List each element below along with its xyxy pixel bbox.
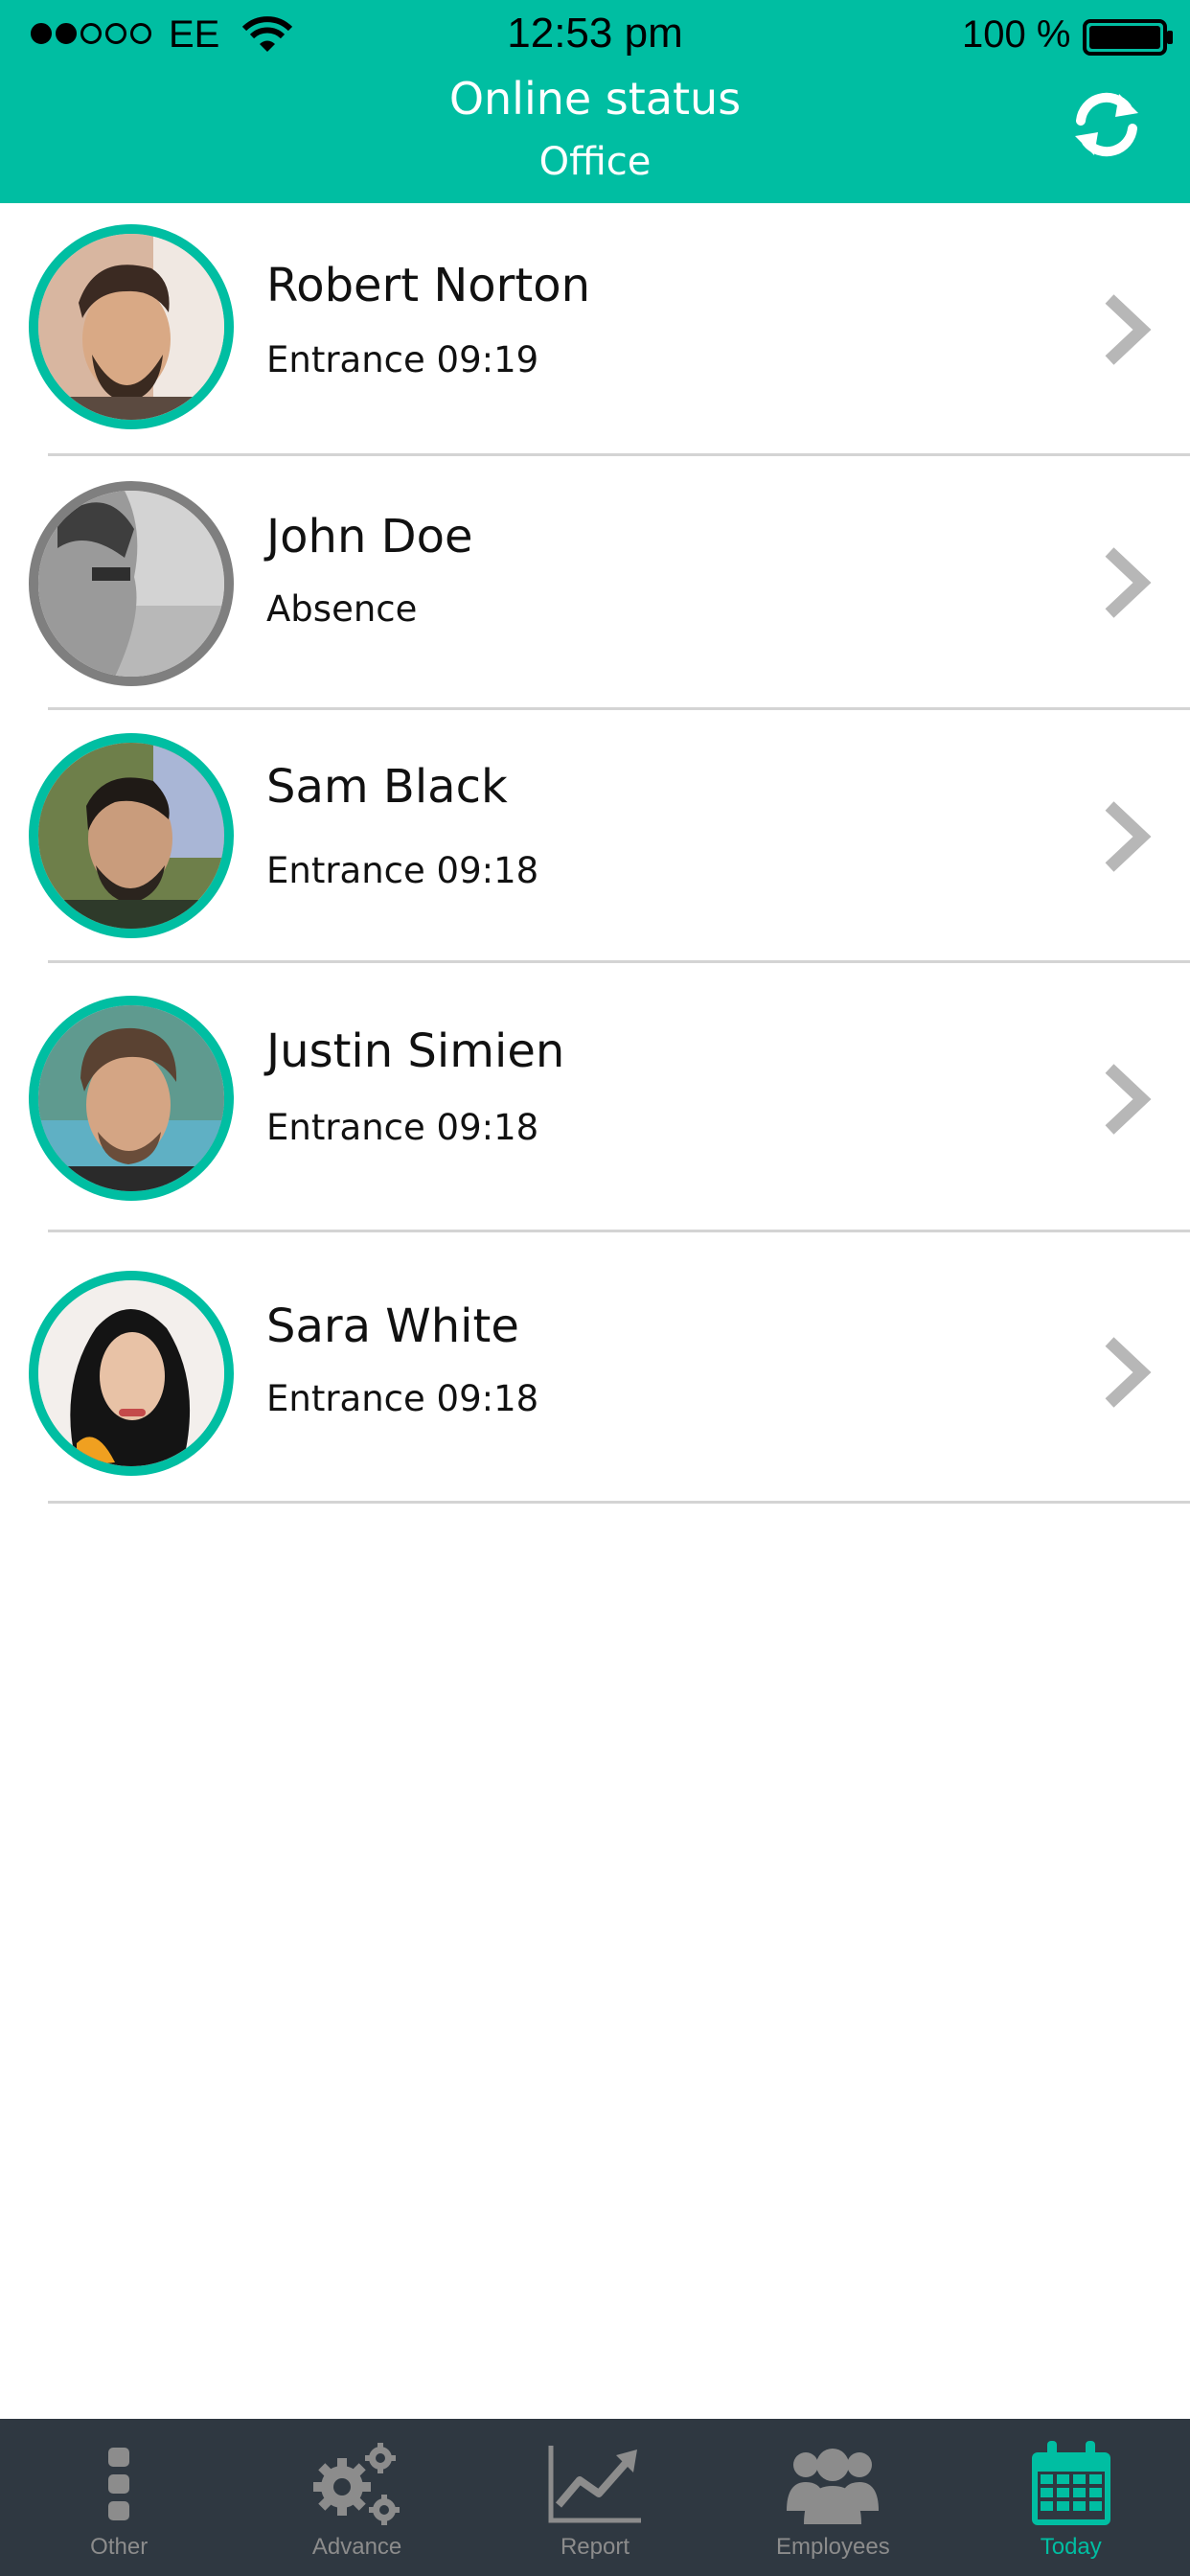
more-vertical-icon [108,2448,130,2520]
chevron-right-icon [1105,547,1152,618]
employee-name: John Doe [266,510,473,564]
battery-icon [1083,19,1173,56]
tab-advance[interactable]: Advance [238,2419,475,2576]
tab-today[interactable]: Today [952,2419,1190,2576]
employee-name: Robert Norton [266,259,590,312]
employee-status: Absence [266,588,418,630]
header: EE 12:53 pm 100 % Online status Office [0,0,1190,203]
tab-label: Report [560,2534,629,2560]
refresh-button[interactable] [1064,86,1150,163]
gears-icon [312,2443,400,2525]
employee-row[interactable]: Sara White Entrance 09:18 [0,1232,1190,1504]
employee-status: Entrance 09:18 [266,1107,539,1148]
employee-row[interactable]: Justin Simien Entrance 09:18 [0,963,1190,1232]
avatar [29,1271,234,1476]
avatar [29,996,234,1201]
employee-list: Robert Norton Entrance 09:19 John Doe Ab… [0,203,1190,1504]
chevron-right-icon [1105,1064,1152,1135]
status-bar: EE 12:53 pm 100 % [0,0,1190,69]
avatar [29,481,234,686]
employee-name: Sam Black [266,760,508,814]
employee-row[interactable]: John Doe Absence [0,456,1190,710]
avatar [29,224,234,429]
employee-status: Entrance 09:18 [266,1378,539,1419]
tab-label: Today [1040,2534,1102,2560]
chevron-right-icon [1105,801,1152,872]
people-icon [787,2449,880,2524]
employee-name: Justin Simien [266,1024,565,1078]
employee-status: Entrance 09:18 [266,850,539,891]
tab-other[interactable]: Other [0,2419,238,2576]
employee-row[interactable]: Robert Norton Entrance 09:19 [0,203,1190,456]
chevron-right-icon [1105,294,1152,365]
tab-label: Advance [311,2534,402,2560]
tab-employees[interactable]: Employees [714,2419,951,2576]
battery-percent: 100 % [962,13,1071,56]
tab-label: Other [90,2534,149,2560]
tab-label: Employees [776,2534,890,2560]
divider [48,1501,1190,1504]
employee-name: Sara White [266,1300,519,1353]
employee-row[interactable]: Sam Black Entrance 09:18 [0,710,1190,963]
calendar-icon [1031,2441,1110,2525]
page-title: Online status [448,73,742,125]
chevron-right-icon [1105,1337,1152,1408]
tab-bar: Other Advance Report Employees Today [0,2419,1190,2576]
refresh-icon [1075,92,1138,157]
chart-icon [548,2446,641,2523]
page-subtitle: Office [538,140,652,184]
employee-status: Entrance 09:19 [266,339,539,380]
tab-report[interactable]: Report [476,2419,714,2576]
avatar [29,733,234,938]
